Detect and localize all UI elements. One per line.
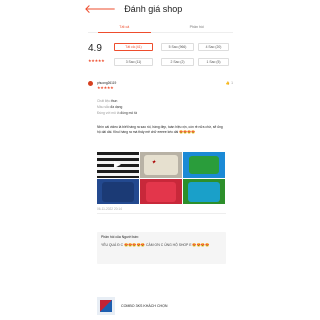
review-photo[interactable]: ✦ [140,152,182,178]
review-photo[interactable] [183,178,225,204]
avatar[interactable] [88,81,93,86]
review-photo[interactable] [140,178,182,204]
like-button[interactable]: 👍 1 [226,81,233,85]
divider [97,213,226,214]
rating-summary: 4.9 Tất cả (41) 5 Sao (966) 4 Sao (20) ★… [88,39,233,73]
header: 🡐 Đánh giá shop [0,0,320,18]
review-date: 06-11-2022 20:14 [97,207,122,211]
play-icon: ▶ [114,159,121,169]
review-stars: ★★★★★ [97,85,114,90]
thumbs-up-icon: 👍 [225,81,231,85]
reply-text: YÊU QUÁ Đ C 😍😍😍😍😍 CẢM ƠN C ỦNG HỘ SHOP E… [101,243,210,247]
filter-1-star[interactable]: 1 Sao (5) [198,58,229,66]
filter-all[interactable]: Tất cả (41) [114,43,153,51]
review-photo[interactable] [97,178,139,204]
tab-replies[interactable]: Phản hồi [161,21,234,32]
product-thumbnail [97,297,115,315]
tab-all[interactable]: Tất cả [88,21,161,33]
average-rating: 4.9 [88,43,102,54]
arrow-left-icon[interactable]: 🡐 [84,3,116,15]
review-video[interactable]: ▶ [97,152,139,178]
seller-reply: Phản hồi của Người bán: YÊU QUÁ Đ C 😍😍😍😍… [97,232,226,264]
attr-description: Đúng với mô tả:đúng mô tả [97,111,137,115]
filter-5-star[interactable]: 5 Sao (966) [161,43,194,51]
review-media: ▶ ✦ [97,152,226,204]
attr-material: Chất liệu:thun [97,99,118,103]
attr-color: Màu sắc:đa dạng [97,105,123,109]
review-card: phuong26119 ★★★★★ 👍 1 Chất liệu:thun Màu… [88,81,233,151]
page-title: Đánh giá shop [124,4,183,14]
filter-2-star[interactable]: 2 Sao (2) [161,58,194,66]
tab-bar: Tất cả Phản hồi [88,21,233,33]
review-text: Nhìn cái video là biết hàng ra sao rồi, … [97,125,223,134]
filter-4-star[interactable]: 4 Sao (20) [198,43,229,51]
product-name: COMBO 3KS KHÁCH CHỌN [121,304,168,308]
like-count: 1 [231,81,233,85]
review-photo[interactable] [183,152,225,178]
summary-stars: ★★★★★ [88,58,105,63]
shirt-print: ✦ [151,160,157,166]
product-link[interactable]: COMBO 3KS KHÁCH CHỌN [97,296,226,316]
reply-label: Phản hồi của Người bán: [101,235,139,239]
filter-3-star[interactable]: 3 Sao (11) [114,58,153,66]
